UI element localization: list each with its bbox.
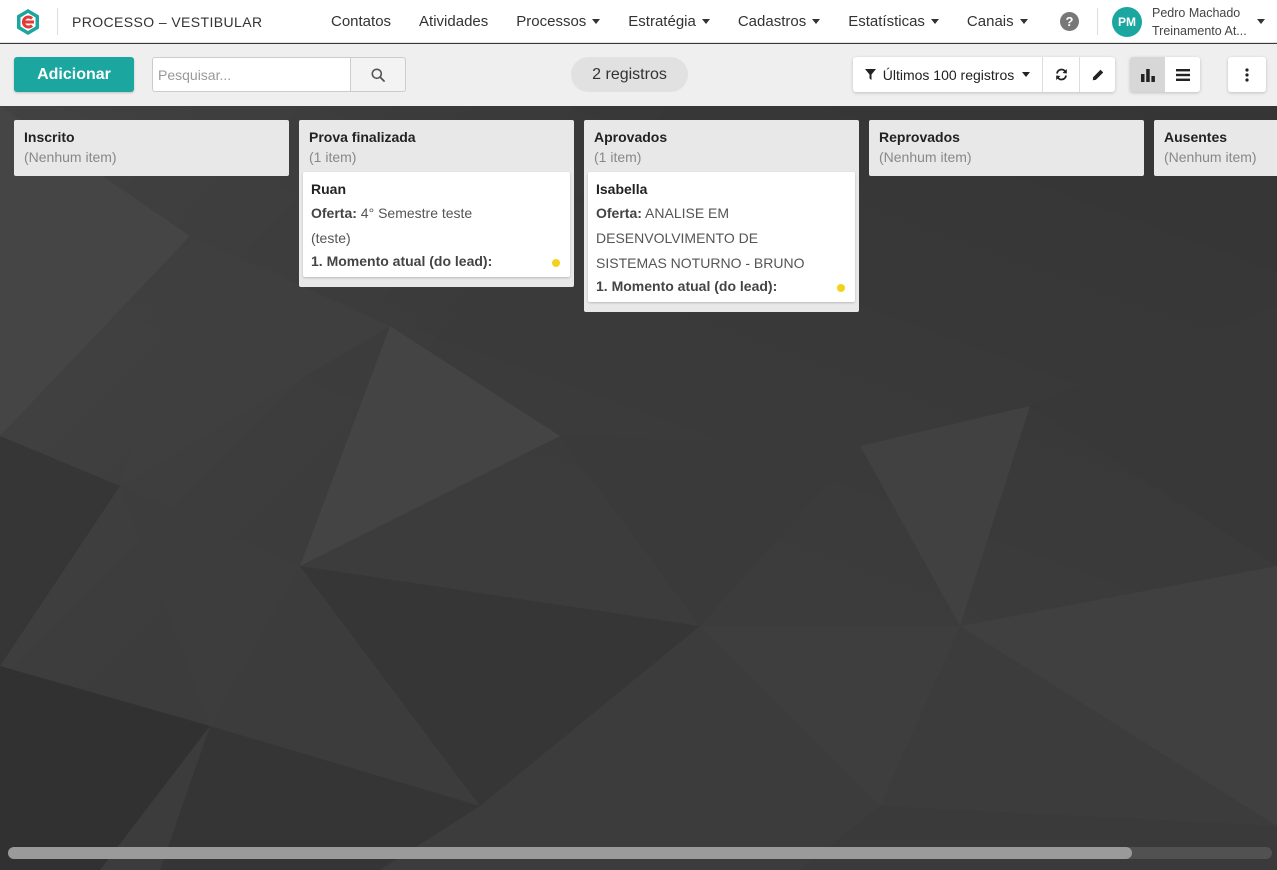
- offer-line: Oferta: 4° Semestre teste: [311, 201, 562, 226]
- status-dot: [552, 259, 560, 267]
- offer-line: (teste): [311, 230, 351, 246]
- menu-contatos[interactable]: Contatos: [317, 0, 405, 43]
- user-menu[interactable]: Pedro Machado Treinamento At...: [1152, 4, 1247, 40]
- lead-name: Ruan: [311, 181, 346, 197]
- column-title: Aprovados: [594, 129, 668, 145]
- status-dot: [837, 284, 845, 292]
- menu-canais[interactable]: Canais: [953, 0, 1042, 43]
- view-toggle: [1130, 57, 1200, 92]
- search-icon: [371, 68, 385, 82]
- column-title: Reprovados: [879, 129, 960, 145]
- caret-down-icon[interactable]: [1257, 19, 1265, 24]
- offer-line: Oferta: ANALISE EM: [596, 201, 847, 226]
- main-menu: Contatos Atividades Processos Estratégia…: [317, 0, 1042, 43]
- menu-atividades[interactable]: Atividades: [405, 0, 502, 43]
- caret-down-icon: [592, 19, 601, 24]
- column-count: (Nenhum item): [24, 149, 117, 165]
- column-title: Ausentes: [1164, 129, 1228, 145]
- avatar[interactable]: PM: [1112, 7, 1142, 37]
- kanban-column-reprovados: Reprovados (Nenhum item): [869, 120, 1144, 176]
- moment-label: 1. Momento atual (do lead):: [596, 278, 778, 294]
- column-title: Prova finalizada: [309, 129, 416, 145]
- more-options-button[interactable]: [1228, 57, 1266, 92]
- kanban-column-ausentes: Ausentes (Nenhum item): [1154, 120, 1277, 176]
- nav-divider: [57, 8, 58, 35]
- lead-card[interactable]: Ruan Oferta: 4° Semestre teste (teste) 1…: [303, 172, 570, 277]
- user-subtitle: Treinamento At...: [1152, 24, 1247, 38]
- menu-processos[interactable]: Processos: [502, 0, 614, 43]
- horizontal-scrollbar[interactable]: [8, 847, 1272, 859]
- offer-line: DESENVOLVIMENTO DE: [596, 230, 759, 246]
- caret-down-icon: [1019, 19, 1028, 24]
- list-icon: [1175, 68, 1190, 81]
- offer-label: Oferta:: [311, 205, 357, 221]
- menu-estatisticas[interactable]: Estatísticas: [834, 0, 953, 43]
- user-name: Pedro Machado: [1152, 6, 1241, 20]
- caret-down-icon: [812, 19, 821, 24]
- top-navbar: PROCESSO – VESTIBULAR Contatos Atividade…: [0, 0, 1277, 43]
- vertical-dots-icon: [1245, 67, 1249, 82]
- caret-down-icon: [930, 19, 939, 24]
- page-title: PROCESSO – VESTIBULAR: [72, 14, 263, 30]
- lead-name: Isabella: [596, 181, 648, 197]
- add-button[interactable]: Adicionar: [14, 57, 134, 92]
- menu-label: Processos: [516, 13, 587, 30]
- menu-label: Cadastros: [737, 13, 807, 30]
- refresh-icon: [1055, 68, 1067, 81]
- refresh-button[interactable]: [1043, 57, 1080, 92]
- offer-label: Oferta:: [596, 205, 642, 221]
- help-icon[interactable]: ?: [1060, 12, 1079, 31]
- offer-value: 4° Semestre teste: [360, 205, 473, 221]
- column-count: (Nenhum item): [879, 149, 972, 165]
- filter-icon: [864, 69, 876, 80]
- moment-label: 1. Momento atual (do lead):: [311, 253, 493, 269]
- board-view-button[interactable]: [1130, 57, 1165, 92]
- offer-line: SISTEMAS NOTURNO - BRUNO: [596, 255, 805, 271]
- column-title: Inscrito: [24, 129, 75, 145]
- menu-label: Estatísticas: [848, 13, 925, 30]
- menu-label: Atividades: [419, 13, 489, 30]
- kanban-column-prova-finalizada: Prova finalizada (1 item) Ruan Oferta: 4…: [299, 120, 574, 287]
- column-count: (1 item): [309, 149, 357, 165]
- kanban-board: Inscrito (Nenhum item) Prova finalizada …: [0, 106, 1277, 870]
- nav-divider: [1097, 8, 1098, 35]
- column-count: (1 item): [594, 149, 642, 165]
- records-filter-dropdown[interactable]: Últimos 100 registros: [853, 57, 1043, 92]
- column-count: (Nenhum item): [1164, 149, 1257, 165]
- lead-card[interactable]: Isabella Oferta: ANALISE EM DESENVOLVIME…: [588, 172, 855, 302]
- caret-down-icon: [1022, 72, 1031, 77]
- menu-label: Estratégia: [628, 13, 696, 30]
- kanban-column-inscrito: Inscrito (Nenhum item): [14, 120, 289, 176]
- app-logo-icon[interactable]: [14, 8, 42, 36]
- menu-label: Canais: [966, 13, 1014, 30]
- edit-button[interactable]: [1080, 57, 1115, 92]
- menu-label: Contatos: [331, 13, 392, 30]
- filter-label: Últimos 100 registros: [882, 66, 1015, 83]
- caret-down-icon: [701, 19, 710, 24]
- toolbar: Adicionar 2 registros Últimos 100 regist…: [0, 44, 1277, 106]
- filter-group: Últimos 100 registros: [853, 57, 1115, 92]
- menu-cadastros[interactable]: Cadastros: [724, 0, 834, 43]
- search-button[interactable]: [350, 57, 406, 92]
- records-count-badge: 2 registros: [571, 57, 688, 92]
- search-input[interactable]: [152, 57, 351, 92]
- offer-value: ANALISE EM: [645, 205, 730, 221]
- scrollbar-thumb[interactable]: [8, 847, 1132, 859]
- kanban-column-aprovados: Aprovados (1 item) Isabella Oferta: ANAL…: [584, 120, 859, 312]
- list-view-button[interactable]: [1165, 57, 1200, 92]
- bar-chart-icon: [1140, 68, 1155, 82]
- menu-estrategia[interactable]: Estratégia: [614, 0, 724, 43]
- pencil-icon: [1092, 69, 1103, 80]
